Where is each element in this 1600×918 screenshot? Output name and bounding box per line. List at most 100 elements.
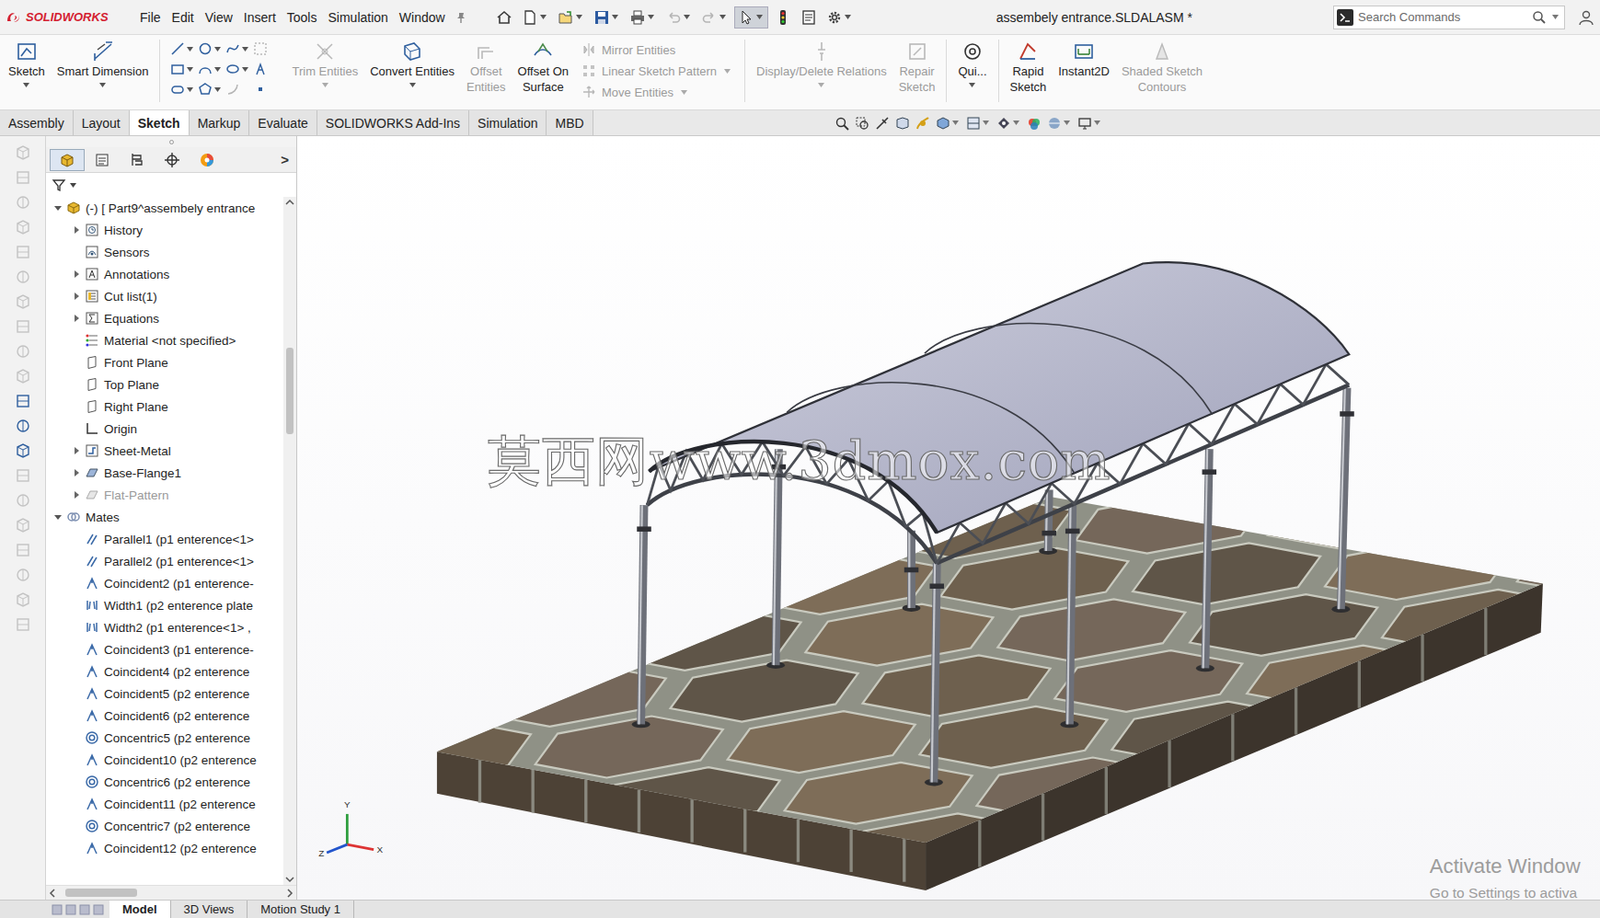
view-tool-icon[interactable] (895, 115, 910, 131)
ribbon-button[interactable]: Smart Dimension (52, 39, 154, 89)
new-document-icon[interactable] (521, 9, 539, 26)
tree-item[interactable]: Width2 (p1 enterence<1> , (46, 616, 284, 639)
sketch-entity-icon[interactable] (170, 81, 185, 97)
filter-funnel-icon[interactable] (51, 177, 67, 193)
select-arrow-icon[interactable] (737, 9, 755, 26)
ribbon-small-icon[interactable] (581, 42, 597, 58)
ribbon-tool-icon[interactable] (531, 40, 554, 63)
dropdown-caret-icon[interactable] (952, 120, 959, 126)
dropdown-caret-icon[interactable] (214, 46, 221, 52)
search-magnifier-icon[interactable] (1531, 10, 1547, 25)
tree-item[interactable]: Coincident10 (p2 enterence (46, 748, 284, 772)
ribbon-tool-icon[interactable] (906, 40, 929, 63)
ribbon-tool-icon[interactable] (92, 40, 115, 63)
command-tab[interactable]: Sketch (129, 110, 190, 136)
tree-item[interactable]: Coincident11 (p2 enterence (46, 793, 284, 816)
tree-item[interactable]: Cut list(1) (46, 285, 284, 308)
ribbon-tool-icon[interactable] (15, 40, 38, 63)
expand-toggle[interactable] (69, 292, 83, 300)
sketch-tool[interactable] (225, 81, 254, 97)
horizontal-scrollbar[interactable] (46, 885, 297, 900)
panel-tab-icon[interactable] (93, 151, 111, 169)
sketch-tool[interactable] (253, 81, 281, 97)
sketch-entity-icon[interactable] (197, 81, 213, 97)
dropdown-caret-icon[interactable] (756, 14, 763, 20)
tab-scroll-icon[interactable] (79, 904, 91, 916)
view-tool-icon[interactable] (834, 115, 850, 131)
sketch-tool[interactable] (170, 81, 198, 97)
ribbon-button[interactable]: Instant2D (1053, 39, 1115, 81)
command-tab[interactable]: Assembly (0, 110, 74, 136)
tree-item[interactable]: Coincident12 (p2 enterence (46, 837, 284, 860)
tree-item[interactable]: Coincident2 (p1 enterence- (46, 572, 284, 595)
tree-item[interactable]: Parallel1 (p1 enterence<1> (46, 528, 284, 551)
panel-tab[interactable] (49, 149, 85, 172)
ribbon-button[interactable]: Convert Entities (365, 39, 460, 89)
ribbon-button[interactable]: Trim Entities (287, 39, 363, 89)
command-tab[interactable]: Simulation (469, 110, 547, 136)
menu-item[interactable]: View (199, 8, 239, 27)
command-tab[interactable]: MBD (546, 110, 593, 136)
ribbon-button[interactable]: Shaded Sketch Contours (1116, 39, 1208, 96)
tab-scroll-icon[interactable] (65, 904, 77, 916)
tree-item[interactable]: Top Plane (46, 373, 284, 396)
toolbar-button[interactable] (518, 7, 552, 28)
home-icon[interactable] (495, 9, 513, 26)
expand-arrow-icon[interactable] (72, 314, 81, 323)
sketch-entity-icon[interactable] (253, 61, 268, 77)
open-folder-icon[interactable] (557, 9, 575, 26)
view-tool[interactable] (996, 115, 1022, 131)
tree-item[interactable]: Coincident5 (p2 enterence (46, 682, 284, 705)
tree-item[interactable]: Coincident6 (p2 enterence (46, 704, 284, 727)
expand-toggle[interactable] (69, 447, 83, 455)
view-tool-icon[interactable] (854, 115, 870, 131)
bottom-tab[interactable]: Motion Study 1 (247, 900, 355, 918)
dropdown-caret[interactable] (816, 82, 827, 88)
sketch-tool[interactable] (197, 81, 226, 97)
view-tool[interactable] (915, 115, 931, 131)
sketch-tool[interactable] (253, 41, 281, 57)
scroll-thumb[interactable] (286, 347, 294, 435)
ribbon-small-button[interactable]: Move Entities (581, 82, 733, 102)
toolbar-button[interactable] (771, 7, 795, 28)
ribbon-tool-icon[interactable] (401, 40, 424, 63)
tree-item[interactable]: Coincident3 (p1 enterence- (46, 638, 284, 661)
expand-arrow-icon[interactable] (72, 469, 81, 477)
view-tool-icon[interactable] (1026, 115, 1042, 131)
expand-toggle[interactable] (69, 270, 83, 278)
expand-arrow-icon[interactable] (72, 270, 81, 278)
sketch-entity-icon[interactable] (225, 41, 241, 57)
ribbon-button[interactable]: Repair Sketch (894, 39, 941, 96)
undo-icon[interactable] (665, 9, 682, 26)
dropdown-caret-icon[interactable] (817, 82, 825, 88)
toolbar-button[interactable] (823, 7, 856, 28)
sketch-entity-icon[interactable] (197, 61, 213, 77)
scroll-left-arrow-icon[interactable] (46, 886, 59, 901)
save-icon[interactable] (593, 9, 611, 26)
collapse-arrow-icon[interactable] (54, 513, 62, 521)
sketch-entity-icon[interactable] (170, 41, 185, 57)
menu-item[interactable]: Edit (166, 8, 200, 27)
graphics-viewport[interactable]: YXZ莫西网www.3dmox.comActivate WindowGo to … (297, 136, 1600, 900)
view-tool-icon[interactable] (966, 115, 981, 131)
ribbon-tool-icon[interactable] (961, 40, 984, 63)
sketch-entity-icon[interactable] (197, 41, 213, 57)
options-gear-icon[interactable] (826, 9, 843, 26)
command-tab[interactable]: Layout (73, 110, 130, 136)
dropdown-caret-icon[interactable] (611, 14, 619, 20)
tree-item[interactable]: Front Plane (46, 351, 284, 374)
redo-icon[interactable] (701, 9, 718, 26)
menu-item[interactable]: Window (393, 8, 451, 27)
panel-tab-icon[interactable] (128, 151, 146, 169)
sketch-tool[interactable] (197, 61, 226, 77)
panel-tab[interactable] (119, 149, 155, 172)
view-tool[interactable] (1026, 115, 1042, 131)
menu-item[interactable]: File (134, 8, 167, 27)
ribbon-small-button[interactable]: Mirror Entities (581, 40, 733, 59)
sketch-tool[interactable] (225, 61, 254, 77)
command-tab[interactable]: SOLIDWORKS Add-Ins (317, 110, 470, 136)
expand-toggle[interactable] (51, 204, 65, 212)
tree-item[interactable]: Concentric6 (p2 enterence (46, 771, 284, 794)
ribbon-tool-icon[interactable] (474, 40, 497, 63)
ribbon-button[interactable]: Offset On Surface (513, 39, 574, 96)
